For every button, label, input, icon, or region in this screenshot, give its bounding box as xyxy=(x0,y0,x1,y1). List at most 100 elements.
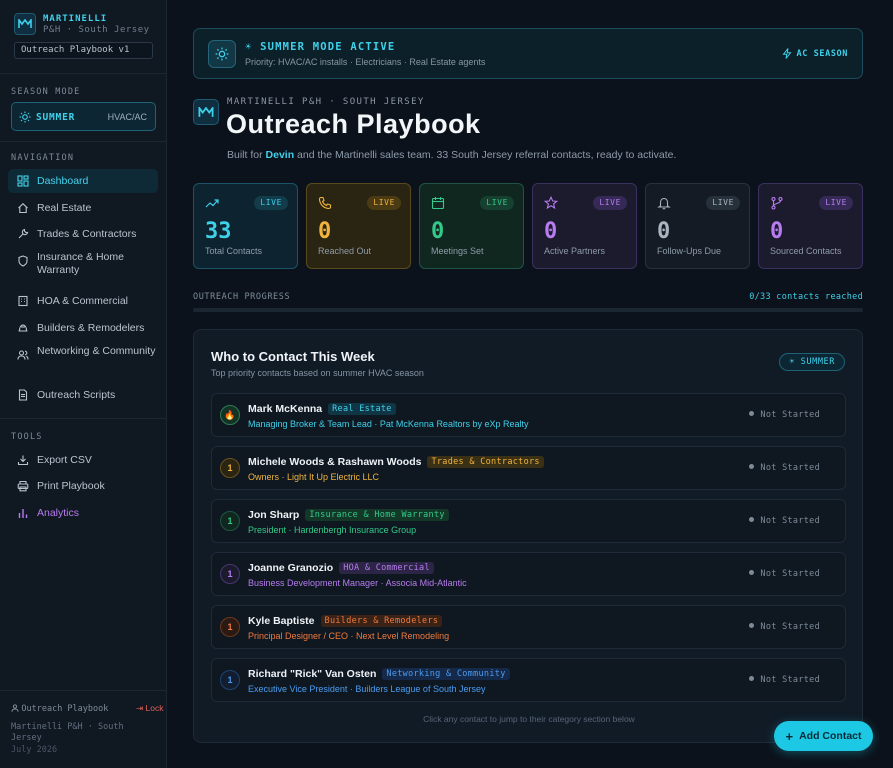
bell-icon xyxy=(657,197,671,210)
stat-card-reached-out[interactable]: LIVE 0 Reached Out xyxy=(306,183,411,269)
category-tag: Trades & Contractors xyxy=(427,456,544,468)
shield-icon xyxy=(18,255,28,267)
tools-heading: TOOLS xyxy=(11,432,43,442)
stat-card-total-contacts[interactable]: LIVE 33 Total Contacts xyxy=(193,183,298,269)
stat-value: 0 xyxy=(431,219,445,244)
banner-subtitle: Priority: HVAC/AC installs · Electrician… xyxy=(245,57,486,67)
contact-row[interactable]: 1 Michele Woods & Rashawn Woods Trades & … xyxy=(211,446,846,490)
banner-title: ☀ SUMMER MODE ACTIVE xyxy=(245,41,395,53)
dashboard-icon xyxy=(17,175,29,187)
status-indicator: Not Started xyxy=(749,622,820,632)
priority-badge: 1 xyxy=(220,511,240,531)
season-label: SUMMER xyxy=(36,112,76,123)
banner-season-tag: AC SEASON xyxy=(781,48,848,59)
stat-card-follow-ups-due[interactable]: LIVE 0 Follow-Ups Due xyxy=(645,183,750,269)
contact-name-text: Mark McKenna xyxy=(248,403,323,415)
sidebar-item-dashboard[interactable]: Dashboard xyxy=(8,169,158,193)
sidebar-item-export-csv[interactable]: Export CSV xyxy=(8,448,158,472)
version-selector[interactable]: Outreach Playbook v1 xyxy=(14,42,153,59)
sidebar-item-trades[interactable]: Trades & Contractors xyxy=(8,222,158,246)
stat-card-meetings-set[interactable]: LIVE 0 Meetings Set xyxy=(419,183,524,269)
sidebar-item-networking[interactable]: Networking & Community xyxy=(8,345,158,377)
hardhat-icon xyxy=(18,324,28,332)
sidebar-item-builders[interactable]: Builders & Remodelers xyxy=(8,316,158,340)
download-icon xyxy=(17,455,29,466)
sidebar-item-scripts[interactable]: Outreach Scripts xyxy=(8,383,158,407)
lock-button[interactable]: ⇥ Lock xyxy=(136,703,163,714)
hero-desc-suffix: and the Martinelli sales team. 33 South … xyxy=(294,149,677,161)
live-badge: LIVE xyxy=(706,196,740,210)
stat-value: 0 xyxy=(318,219,332,244)
live-badge: LIVE xyxy=(480,196,514,210)
contact-row[interactable]: 1 Kyle Baptiste Builders & Remodelers Pri… xyxy=(211,605,846,649)
lightning-icon xyxy=(781,48,792,59)
panel-hint: Click any contact to jump to their categ… xyxy=(423,714,635,724)
contact-row[interactable]: 1 Richard "Rick" Van Osten Networking & C… xyxy=(211,658,846,702)
brand-name: MARTINELLI xyxy=(43,14,108,24)
bar-chart-icon xyxy=(18,509,28,518)
sidebar-item-print[interactable]: Print Playbook xyxy=(8,474,158,498)
sidebar-item-label: Analytics xyxy=(37,507,80,519)
stat-card-sourced-contacts[interactable]: LIVE 0 Sourced Contacts xyxy=(758,183,863,269)
contact-name: Jon Sharp Insurance & Home Warranty xyxy=(248,509,449,521)
status-indicator: Not Started xyxy=(749,516,820,526)
stat-label: Sourced Contacts xyxy=(770,246,842,256)
sidebar-item-label: Builders & Remodelers xyxy=(37,322,145,334)
sidebar-item-label: Real Estate xyxy=(37,202,92,214)
hero-desc-name: Devin xyxy=(265,149,295,161)
season-toggle[interactable]: SUMMER HVAC/AC xyxy=(11,102,156,131)
contact-name: Kyle Baptiste Builders & Remodelers xyxy=(248,615,443,627)
sidebar-item-label: Trades & Contractors xyxy=(37,228,137,240)
season-badge: ☀ SUMMER xyxy=(779,353,845,371)
contact-this-week-panel: Who to Contact This Week Top priority co… xyxy=(193,329,863,743)
sidebar: MARTINELLI P&H · South Jersey Outreach P… xyxy=(0,0,167,768)
contact-role: Principal Designer / CEO · Next Level Re… xyxy=(248,631,450,641)
sun-icon xyxy=(208,40,236,68)
stat-value: 33 xyxy=(205,219,232,244)
contact-name-text: Kyle Baptiste xyxy=(248,615,315,627)
phone-icon xyxy=(318,196,332,210)
sidebar-item-label: Networking & Community xyxy=(37,345,156,357)
page-title: Outreach Playbook xyxy=(226,109,481,139)
printer-icon xyxy=(17,480,29,492)
contact-row[interactable]: 🔥 Mark McKenna Real Estate Managing Broke… xyxy=(211,393,846,437)
season-heading: SEASON MODE xyxy=(11,87,81,97)
sidebar-item-label: Export CSV xyxy=(37,454,92,466)
footer-user: Outreach Playbook ⇥ Lock xyxy=(11,703,163,714)
status-indicator: Not Started xyxy=(749,463,820,473)
add-contact-button[interactable]: + Add Contact xyxy=(774,721,873,751)
stat-value: 0 xyxy=(544,219,558,244)
category-tag: Networking & Community xyxy=(382,668,510,680)
wrench-icon xyxy=(18,228,29,239)
progress-value: 0/33 contacts reached xyxy=(749,292,863,302)
divider xyxy=(0,690,167,691)
building-icon xyxy=(18,295,28,307)
trending-up-icon xyxy=(205,199,219,208)
stat-card-active-partners[interactable]: LIVE 0 Active Partners xyxy=(532,183,637,269)
stat-label: Meetings Set xyxy=(431,246,484,256)
sidebar-item-insurance[interactable]: Insurance & Home Warranty xyxy=(8,251,158,283)
contact-name: Richard "Rick" Van Osten Networking & Com… xyxy=(248,668,510,680)
contact-row[interactable]: 1 Joanne Granozio HOA & Commercial Busine… xyxy=(211,552,846,596)
priority-fire-icon: 🔥 xyxy=(220,405,240,425)
sidebar-item-hoa[interactable]: HOA & Commercial xyxy=(8,289,158,313)
stat-label: Follow-Ups Due xyxy=(657,246,722,256)
sparkle-icon: ☀ xyxy=(245,41,253,53)
priority-badge: 1 xyxy=(220,617,240,637)
plus-icon: + xyxy=(785,728,794,744)
lock-label: Lock xyxy=(145,703,164,713)
contact-role: President · Hardenbergh Insurance Group xyxy=(248,525,417,535)
status-indicator: Not Started xyxy=(749,675,820,685)
banner-title-text: SUMMER MODE ACTIVE xyxy=(260,41,396,53)
sidebar-item-analytics[interactable]: Analytics xyxy=(8,501,158,525)
contact-name-text: Jon Sharp xyxy=(248,509,300,521)
progress-label: OUTREACH PROGRESS xyxy=(193,292,291,302)
sidebar-item-label: Outreach Scripts xyxy=(37,389,116,401)
sidebar-item-real-estate[interactable]: Real Estate xyxy=(8,196,158,220)
contact-row[interactable]: 1 Jon Sharp Insurance & Home Warranty Pre… xyxy=(211,499,846,543)
category-tag: Real Estate xyxy=(328,403,396,415)
progress-bar xyxy=(193,308,863,312)
arrow-right-icon: ⇥ xyxy=(136,703,144,713)
status-indicator: Not Started xyxy=(749,569,820,579)
section-title: Who to Contact This Week xyxy=(211,349,375,364)
